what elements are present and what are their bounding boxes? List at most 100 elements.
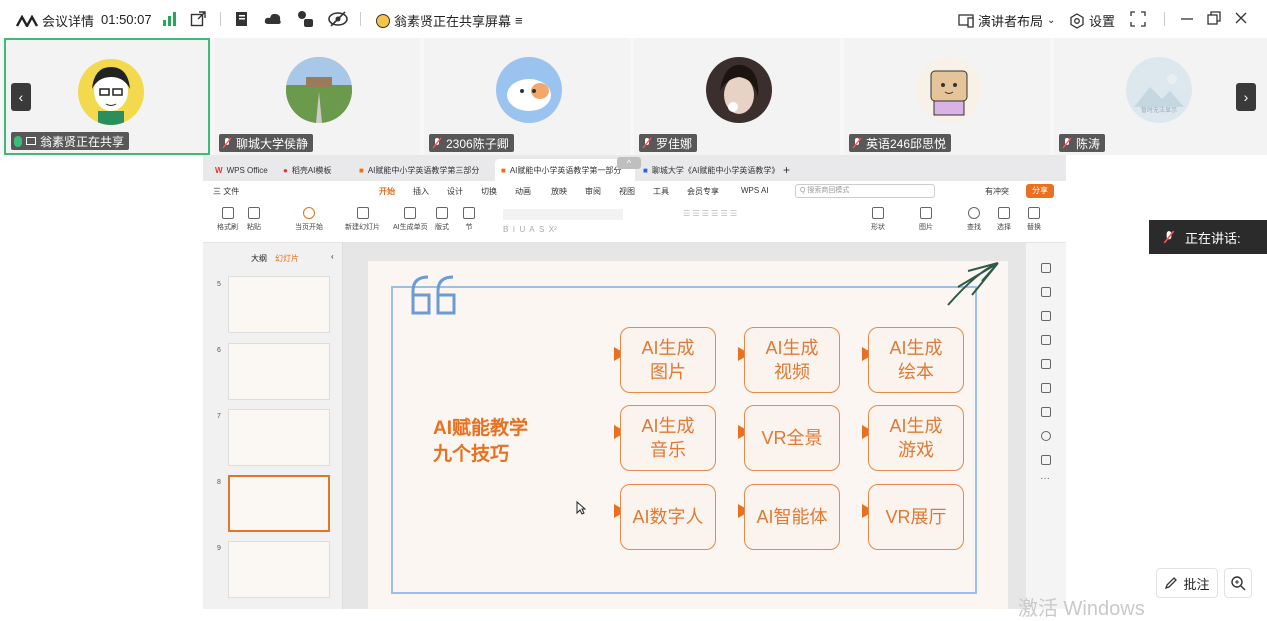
collapse-share-bar-button[interactable]: ^ [617,157,641,169]
ribbon-label: 查找 [967,224,981,231]
ribbon-label: 当页开始 [295,224,323,231]
wps-tab-doc[interactable]: ■ AI赋能中小学英语教学第三部分 [353,159,493,181]
wps-tab-home[interactable]: W WPS Office [209,159,274,181]
layers-icon[interactable] [1041,311,1051,321]
layout-icon [958,13,974,28]
sharing-status[interactable]: 翁素贤正在共享屏幕 ≡ [376,11,523,30]
wps-tab-label: 稻壳AI模板 [291,165,332,175]
feature-card: AI生成 绘本 [868,327,964,393]
participant-tile[interactable]: 英语246邱思悦 [844,38,1050,155]
restore-icon[interactable] [1207,11,1221,25]
ribbon-select[interactable]: 选择 [997,207,1011,232]
zoom-button[interactable] [1224,568,1252,598]
menu-review[interactable]: 审阅 [585,186,601,197]
palette-icon[interactable] [1041,383,1051,393]
meeting-toolbar: 会议详情 01:50:07 翁素贤正在共享屏幕 ≡ 演讲者布局 ⌄ 设置 [0,0,1267,38]
menu-slideshow[interactable]: 放映 [551,186,567,197]
ribbon-layout[interactable]: 版式 [435,207,449,232]
menu-view[interactable]: 视图 [619,186,635,197]
participant-tile[interactable]: 2306陈子卿 [424,38,630,155]
feature-card: VR展厅 [868,484,964,550]
menu-tools[interactable]: 工具 [653,186,669,197]
settings-button[interactable]: 设置 [1069,11,1115,30]
wps-tab-label: 聊城大学《AI赋能中小学英语教学》 [651,165,777,175]
wps-tab-doc-active[interactable]: ■ AI赋能中小学英语教学第一部分 [495,159,635,181]
slides-tab[interactable]: 幻灯片 [275,253,299,264]
slide-number: 5 [217,281,221,288]
wps-tab-doc[interactable]: ■ 聊城大学《AI赋能中小学英语教学》 [637,159,777,181]
feature-card: AI智能体 [744,484,840,550]
clipboard-icon [248,207,260,219]
document-icon[interactable] [234,11,250,27]
text-format-buttons[interactable]: B I U A S X² [503,225,673,234]
font-selector[interactable] [503,209,623,220]
participant-nametag: 罗佳娜 [639,134,698,152]
ribbon-new-slide[interactable]: 新建幻灯片 [345,207,380,232]
slide-thumbnail-selected[interactable] [228,475,330,532]
signal-icon[interactable] [162,12,176,26]
help-icon[interactable] [1041,431,1051,441]
ribbon-label: 粘贴 [247,224,261,231]
collab-button[interactable]: 有冲突 [985,186,1009,197]
close-icon[interactable] [1234,11,1248,25]
more-icon[interactable]: ··· [1040,473,1050,484]
slide-thumbnail[interactable] [228,276,330,333]
outline-tab[interactable]: 大纲 [251,253,267,264]
next-page-button[interactable]: › [1236,83,1256,111]
slide[interactable]: AI赋能教学 九个技巧 AI生成 图片 AI生成 视频 AI生成 绘本 AI生成 音乐 … [368,261,1008,609]
ribbon-play-current[interactable]: 当页开始 [295,207,323,232]
ribbon-paste[interactable]: 粘贴 [247,207,261,232]
cloud-record-icon[interactable] [264,11,282,27]
ribbon-picture[interactable]: 图片 [919,207,933,232]
feature-card: VR全景 [744,405,840,471]
screen-share-icon [26,137,36,145]
menu-insert[interactable]: 插入 [413,186,429,197]
ribbon-label: 图片 [919,224,933,231]
layout-dropdown[interactable]: 演讲者布局 ⌄ [958,11,1055,30]
ribbon-shape[interactable]: 形状 [871,207,885,232]
wps-search-box[interactable]: Q 搜索商回模式 [795,184,935,198]
ppt-icon: ■ [501,165,506,175]
participant-tile[interactable]: 聊城大学侯静 [214,38,420,155]
tools-icon[interactable] [1041,335,1051,345]
slide-thumbnail[interactable] [228,343,330,400]
popout-icon[interactable] [190,11,206,27]
star-icon[interactable] [1041,287,1051,297]
ribbon-format-painter[interactable]: 格式刷 [217,207,238,232]
participant-tile[interactable]: 翁素贤正在共享 [4,38,210,155]
participant-name: 陈涛 [1076,136,1101,151]
ai-assistant-icon[interactable] [296,10,314,28]
menu-member[interactable]: 会员专享 [687,186,719,197]
collapse-panel-icon[interactable]: ‹ [331,252,334,261]
meeting-details-button[interactable]: 会议详情 [16,11,94,30]
minimize-icon[interactable] [1180,12,1194,26]
annotate-button[interactable]: 批注 [1156,568,1218,598]
participant-tile[interactable]: 罗佳娜 [634,38,840,155]
menu-wps-ai[interactable]: WPS AI [741,186,769,195]
ribbon-replace[interactable]: 替换 [1027,207,1041,232]
slide-thumbnail[interactable] [228,541,330,598]
paragraph-buttons[interactable]: ☰ ☰ ☰ ☰ ☰ ☰ [683,209,853,220]
ribbon-section[interactable]: 节 [463,207,475,232]
image-icon[interactable] [1041,407,1051,417]
menu-design[interactable]: 设计 [447,186,463,197]
layout-label: 演讲者布局 [978,14,1044,29]
ribbon-ai-single-page[interactable]: AI生成单页 [393,207,428,232]
menu-home[interactable]: 开始 [379,186,395,197]
section-icon [463,207,475,219]
hide-video-icon[interactable] [328,11,348,27]
animation-icon[interactable] [1041,359,1051,369]
style-icon[interactable] [1041,263,1051,273]
menu-transition[interactable]: 切换 [481,186,497,197]
ribbon-find[interactable]: 查找 [967,207,981,232]
share-button[interactable]: 分享 [1026,184,1054,198]
menu-file[interactable]: 三 文件 [213,186,239,197]
prev-page-button[interactable]: ‹ [11,83,31,111]
new-tab-button[interactable]: + [777,159,796,181]
slide-thumbnail[interactable] [228,409,330,466]
template-icon: ● [283,165,288,175]
wps-tab-templates[interactable]: ● 稻壳AI模板 [277,159,337,181]
comment-icon[interactable] [1041,455,1051,465]
menu-animation[interactable]: 动画 [515,186,531,197]
fullscreen-icon[interactable] [1130,11,1146,27]
